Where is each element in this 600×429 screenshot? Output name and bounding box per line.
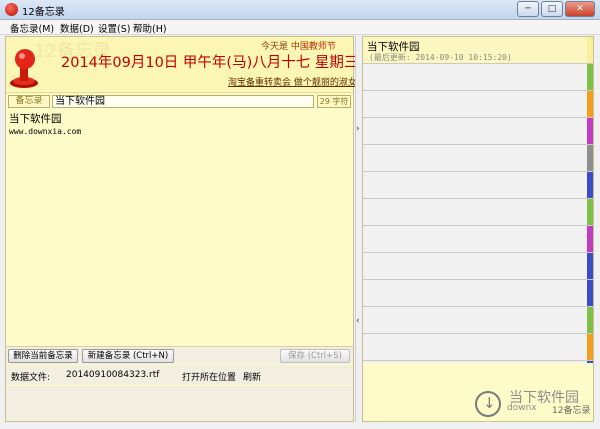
editor-title-line: 当下软件园 (9, 113, 62, 125)
color-stripe (587, 334, 593, 360)
chevron-right-icon[interactable]: › (356, 124, 360, 134)
category-tag[interactable]: 备忘录 (8, 95, 50, 108)
color-stripe (587, 37, 593, 63)
date-header: 12备忘录 今天是 中国教师节 2014年09月10日 甲午年(马)八月十七 星… (6, 37, 358, 91)
action-bar: 删除当前备忘录 新建备忘录 (Ctrl+N) 保存 (Ctrl+S) (6, 346, 353, 364)
list-item[interactable] (363, 199, 593, 226)
date-display: 2014年09月10日 甲午年(马)八月十七 星期三 (61, 55, 359, 71)
color-stripe (587, 118, 593, 144)
pane-splitter[interactable]: › ‹ (355, 36, 361, 422)
color-stripe (587, 172, 593, 198)
list-item[interactable] (363, 145, 593, 172)
color-stripe (587, 280, 593, 306)
file-info-bar: 数据文件: 20140910084323.rtf 打开所在位置 刷新 (6, 365, 353, 385)
color-stripe (587, 199, 593, 225)
brand-domain: downx (507, 403, 537, 413)
title-bar: 12备忘录 ─ □ ✕ (0, 0, 600, 20)
list-item[interactable] (363, 334, 593, 361)
note-title-bar: 备忘录 当下软件园 29 字符 (6, 92, 353, 109)
list-item[interactable] (363, 64, 593, 91)
app-icon (5, 3, 18, 16)
note-list: 当下软件园 (最后更新: 2014-09-10 10:15:20) 当下软件园 … (362, 36, 594, 422)
color-stripe (587, 145, 593, 171)
color-stripe (587, 91, 593, 117)
list-item[interactable] (363, 172, 593, 199)
pushpin-icon (10, 49, 38, 88)
new-note-button[interactable]: 新建备忘录 (Ctrl+N) (82, 349, 174, 363)
delete-note-button[interactable]: 删除当前备忘录 (8, 349, 78, 363)
refresh-link[interactable]: 刷新 (243, 370, 261, 383)
color-stripe (587, 307, 593, 333)
open-location-link[interactable]: 打开所在位置 (182, 370, 236, 383)
char-count: 29 字符 (317, 95, 351, 108)
color-stripe (587, 253, 593, 279)
menu-data[interactable]: 数据(D) (60, 21, 94, 35)
list-item-updated: (最后更新: 2014-09-10 10:15:20) (369, 53, 512, 62)
menu-settings[interactable]: 设置(S) (98, 21, 130, 35)
color-stripe (587, 226, 593, 252)
maximize-button[interactable]: □ (541, 1, 563, 17)
file-label: 数据文件: (11, 373, 51, 383)
list-item[interactable] (363, 91, 593, 118)
branding-area: 当下软件园 downx 12备忘录 (363, 363, 593, 421)
menu-bar: 备忘录(M) 数据(D) 设置(S) 帮助(H) (0, 20, 600, 35)
save-button[interactable]: 保存 (Ctrl+S) (280, 349, 350, 363)
close-button[interactable]: ✕ (565, 1, 595, 17)
minimize-button[interactable]: ─ (517, 1, 539, 17)
promo-link[interactable]: 淘宝备重转卖会 做个靓丽的淑女 (228, 75, 357, 88)
left-footer (6, 386, 353, 421)
file-name: 20140910084323.rtf (66, 370, 160, 380)
editor-body-line: www.downxia.com (9, 127, 82, 136)
menu-help[interactable]: 帮助(H) (133, 21, 167, 35)
brand-app-name: 12备忘录 (552, 406, 591, 416)
list-item[interactable] (363, 118, 593, 145)
list-item[interactable]: 当下软件园 (最后更新: 2014-09-10 10:15:20) (363, 37, 593, 64)
list-item[interactable] (363, 253, 593, 280)
menu-memo[interactable]: 备忘录(M) (10, 21, 54, 35)
color-stripe (587, 64, 593, 90)
download-logo-icon (475, 391, 501, 417)
list-item[interactable] (363, 226, 593, 253)
chevron-left-icon[interactable]: ‹ (356, 316, 360, 326)
note-editor[interactable]: 当下软件园 www.downxia.com (6, 109, 353, 345)
editor-pane: 12备忘录 今天是 中国教师节 2014年09月10日 甲午年(马)八月十七 星… (5, 36, 358, 422)
list-item[interactable] (363, 280, 593, 307)
window-title: 12备忘录 (22, 7, 65, 18)
list-item[interactable] (363, 307, 593, 334)
note-title-input[interactable]: 当下软件园 (52, 95, 314, 108)
